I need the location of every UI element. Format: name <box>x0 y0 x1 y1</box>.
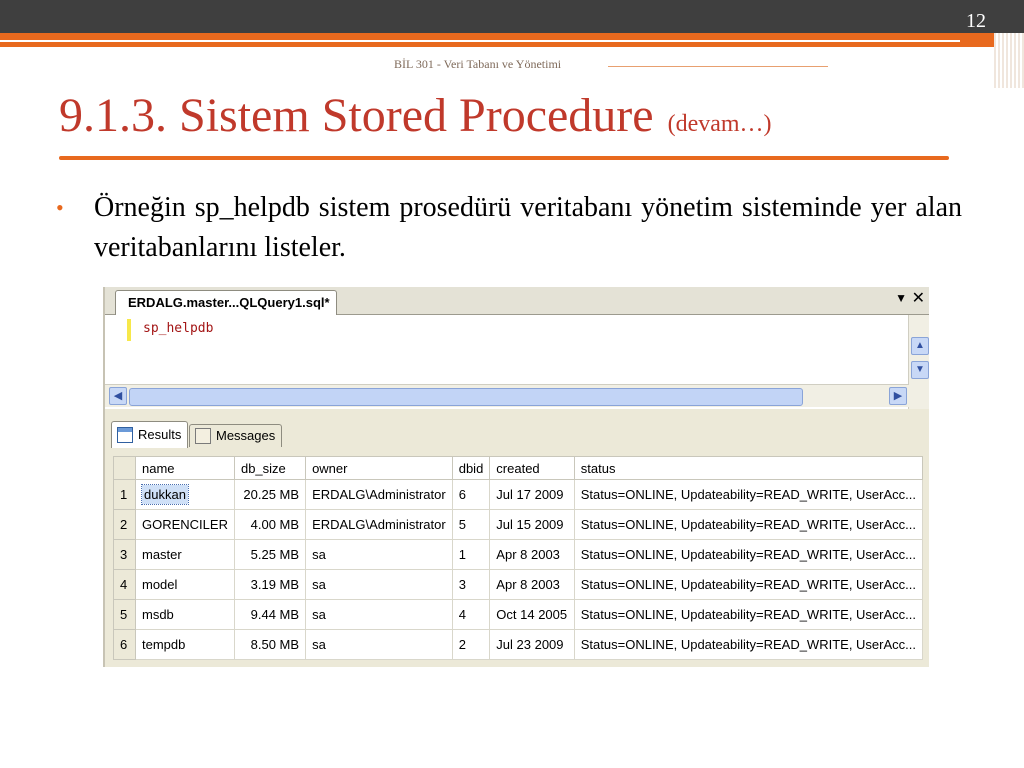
cell-name[interactable]: msdb <box>135 599 235 630</box>
cell-dbid[interactable]: 5 <box>451 509 491 540</box>
column-header-db-size[interactable]: db_size <box>233 456 307 480</box>
chevron-down-icon[interactable]: ▼ <box>895 291 907 305</box>
table-row: 5 msdb 9.44 MB sa 4 Oct 14 2005 Status=O… <box>113 599 924 630</box>
cell-name-value: dukkan <box>141 484 189 505</box>
cell-owner[interactable]: ERDALG\Administrator <box>305 509 453 540</box>
cell-dbid[interactable]: 1 <box>451 539 491 570</box>
column-header-dbid[interactable]: dbid <box>451 456 491 480</box>
slide-top-bar <box>0 0 1024 33</box>
decorative-stripes <box>994 33 1024 88</box>
scroll-left-icon[interactable]: ◀ <box>109 387 127 405</box>
cell-status[interactable]: Status=ONLINE, Updateability=READ_WRITE,… <box>573 479 924 510</box>
cell-dbid[interactable]: 3 <box>451 569 491 600</box>
table-row: 3 master 5.25 MB sa 1 Apr 8 2003 Status=… <box>113 539 924 570</box>
query-tab[interactable]: ERDALG.master...QLQuery1.sql* <box>115 290 337 315</box>
cell-db-size[interactable]: 3.19 MB <box>233 569 307 600</box>
messages-icon <box>195 428 211 444</box>
document-tab-strip: ERDALG.master...QLQuery1.sql* ▼ ✕ <box>105 287 929 315</box>
cell-created[interactable]: Jul 15 2009 <box>489 509 575 540</box>
cell-name[interactable]: GORENCILER <box>135 509 235 540</box>
cell-db-size[interactable]: 20.25 MB <box>233 479 307 510</box>
grid-corner[interactable] <box>113 456 136 480</box>
bullet-icon: • <box>56 195 64 220</box>
column-header-status[interactable]: status <box>573 456 924 480</box>
column-header-owner[interactable]: owner <box>305 456 453 480</box>
cell-created[interactable]: Apr 8 2003 <box>489 539 575 570</box>
editor-horizontal-scrollbar[interactable]: ◀ ▶ <box>105 384 909 407</box>
close-icon[interactable]: ✕ <box>912 290 925 308</box>
row-number[interactable]: 4 <box>113 569 136 600</box>
row-number[interactable]: 6 <box>113 629 136 660</box>
cell-status[interactable]: Status=ONLINE, Updateability=READ_WRITE,… <box>573 539 924 570</box>
tab-results[interactable]: Results <box>111 421 189 448</box>
bullet-item: • Örneğin sp_helpdb sistem prosedürü ver… <box>56 188 962 268</box>
results-pane: Results Messages name db_size owner dbid… <box>105 409 929 667</box>
table-row: 1 dukkan 20.25 MB ERDALG\Administrator 6… <box>113 479 924 510</box>
grid-header-row: name db_size owner dbid created status <box>113 456 924 480</box>
cell-dbid[interactable]: 4 <box>451 599 491 630</box>
cell-status[interactable]: Status=ONLINE, Updateability=READ_WRITE,… <box>573 509 924 540</box>
slide-title-text: 9.1.3. Sistem Stored Procedure <box>59 89 654 142</box>
title-underline <box>59 156 949 160</box>
cell-name[interactable]: tempdb <box>135 629 235 660</box>
row-number[interactable]: 1 <box>113 479 136 510</box>
change-marker <box>127 319 131 341</box>
cell-db-size[interactable]: 4.00 MB <box>233 509 307 540</box>
cell-owner[interactable]: sa <box>305 599 453 630</box>
column-header-created[interactable]: created <box>489 456 575 480</box>
results-grid: name db_size owner dbid created status 1… <box>113 456 924 660</box>
cell-created[interactable]: Jul 17 2009 <box>489 479 575 510</box>
row-number[interactable]: 3 <box>113 539 136 570</box>
scroll-thumb[interactable] <box>129 388 803 406</box>
decorative-line <box>608 66 828 67</box>
page-number: 12 <box>966 10 986 32</box>
cell-status[interactable]: Status=ONLINE, Updateability=READ_WRITE,… <box>573 599 924 630</box>
row-number[interactable]: 2 <box>113 509 136 540</box>
cell-owner[interactable]: sa <box>305 569 453 600</box>
table-row: 6 tempdb 8.50 MB sa 2 Jul 23 2009 Status… <box>113 629 924 660</box>
decorative-stripe <box>0 40 960 42</box>
cell-dbid[interactable]: 2 <box>451 629 491 660</box>
cell-db-size[interactable]: 8.50 MB <box>233 629 307 660</box>
cell-db-size[interactable]: 5.25 MB <box>233 539 307 570</box>
tab-messages-label: Messages <box>216 428 276 443</box>
row-number[interactable]: 5 <box>113 599 136 630</box>
cell-owner[interactable]: sa <box>305 539 453 570</box>
slide-title: 9.1.3. Sistem Stored Procedure (devam…) <box>59 92 772 140</box>
tab-messages[interactable]: Messages <box>189 424 283 447</box>
cell-created[interactable]: Oct 14 2005 <box>489 599 575 630</box>
cell-status[interactable]: Status=ONLINE, Updateability=READ_WRITE,… <box>573 629 924 660</box>
cell-status[interactable]: Status=ONLINE, Updateability=READ_WRITE,… <box>573 569 924 600</box>
cell-created[interactable]: Jul 23 2009 <box>489 629 575 660</box>
table-row: 4 model 3.19 MB sa 3 Apr 8 2003 Status=O… <box>113 569 924 600</box>
cell-owner[interactable]: sa <box>305 629 453 660</box>
scroll-up-icon[interactable]: ▲ <box>911 337 929 355</box>
tab-results-label: Results <box>138 427 182 442</box>
slide-title-suffix: (devam…) <box>667 111 772 137</box>
cell-created[interactable]: Apr 8 2003 <box>489 569 575 600</box>
grid-icon <box>117 427 133 443</box>
editor-vertical-scrollbar[interactable]: ▲ ▼ <box>908 315 929 411</box>
course-label: BİL 301 - Veri Tabanı ve Yönetimi <box>394 57 562 71</box>
cell-name[interactable]: dukkan <box>135 479 235 510</box>
cell-dbid[interactable]: 6 <box>451 479 491 510</box>
cell-db-size[interactable]: 9.44 MB <box>233 599 307 630</box>
table-row: 2 GORENCILER 4.00 MB ERDALG\Administrato… <box>113 509 924 540</box>
cell-name[interactable]: master <box>135 539 235 570</box>
column-header-name[interactable]: name <box>135 456 235 480</box>
cell-name[interactable]: model <box>135 569 235 600</box>
cell-owner[interactable]: ERDALG\Administrator <box>305 479 453 510</box>
query-code[interactable]: sp_helpdb <box>143 321 213 336</box>
scroll-down-icon[interactable]: ▼ <box>911 361 929 379</box>
ssms-screenshot: ERDALG.master...QLQuery1.sql* ▼ ✕ sp_hel… <box>103 287 929 667</box>
bullet-text: Örneğin sp_helpdb sistem prosedürü verit… <box>94 192 962 263</box>
decorative-stripe <box>608 55 948 61</box>
scroll-right-icon[interactable]: ▶ <box>889 387 907 405</box>
